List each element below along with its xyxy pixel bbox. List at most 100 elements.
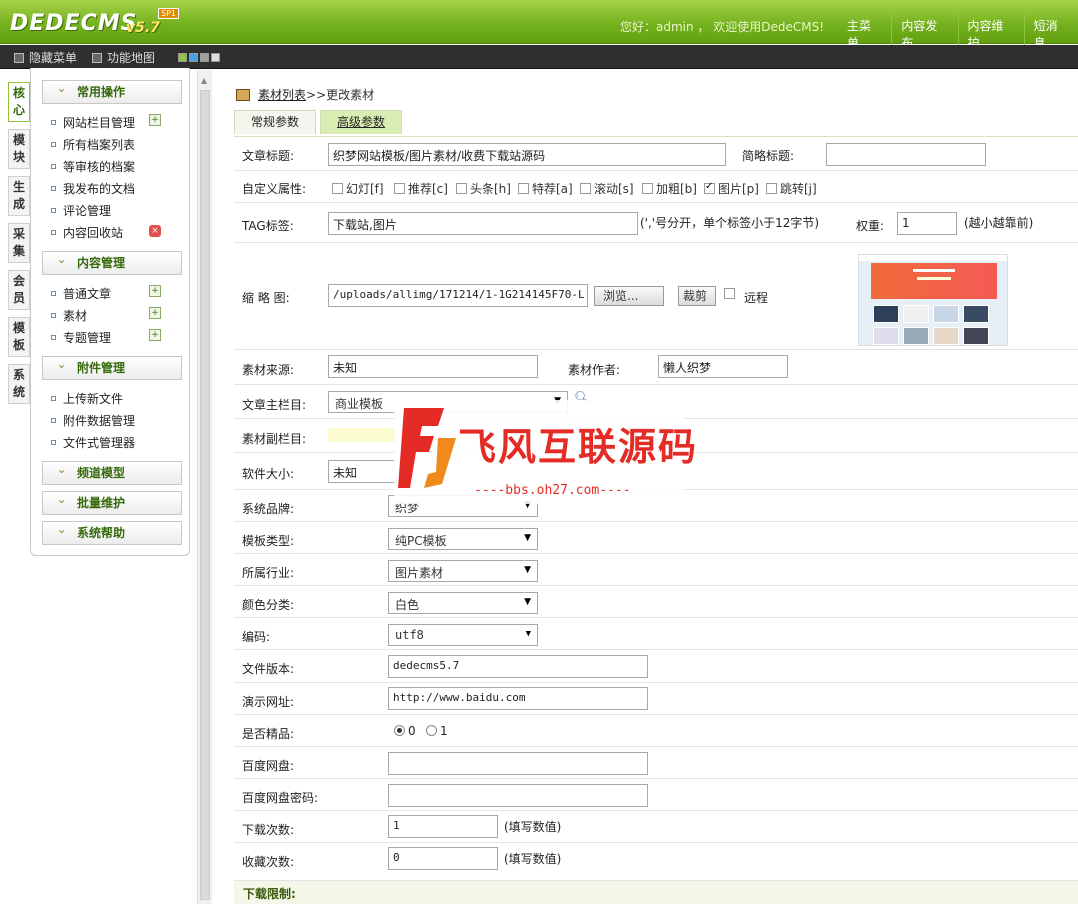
tab-advanced-params[interactable]: 高级参数 bbox=[320, 110, 403, 134]
dedecms-logo: DEDECMS bbox=[10, 11, 138, 36]
breadcrumb: 素材列表 >> 更改素材 bbox=[236, 86, 374, 103]
flag-scroll[interactable]: 滚动[s] bbox=[580, 180, 634, 197]
row-file-version: 文件版本: dedecms5.7 bbox=[234, 650, 1078, 683]
industry-label: 所属行业: bbox=[242, 566, 295, 580]
site-map-button[interactable]: 功能地图 bbox=[92, 49, 155, 66]
menu-item-attachment-data[interactable]: 附件数据管理 bbox=[51, 412, 135, 429]
menu-item-comments[interactable]: 评论管理 bbox=[51, 202, 111, 219]
menu-group-help[interactable]: 系统帮助 bbox=[42, 519, 182, 545]
scroll-thumb[interactable] bbox=[200, 90, 210, 900]
flag-slide[interactable]: 幻灯[f] bbox=[332, 180, 384, 197]
menu-item-material[interactable]: 素材 bbox=[51, 307, 87, 324]
tab-basic-params[interactable]: 常规参数 bbox=[234, 110, 317, 134]
demo-url-input[interactable]: http://www.baidu.com bbox=[388, 687, 648, 710]
menu-group-common[interactable]: 常用操作 bbox=[42, 78, 182, 104]
menu-group-channel-model[interactable]: 频道模型 bbox=[42, 459, 182, 485]
short-title-input[interactable] bbox=[826, 143, 986, 166]
thumb-path-input[interactable]: /uploads/allimg/171214/1-1G214145F70-L.j… bbox=[328, 284, 588, 307]
checkbox-icon bbox=[766, 183, 777, 194]
weight-hint: (越小越靠前) bbox=[964, 216, 1034, 230]
skin-light-icon[interactable] bbox=[211, 53, 220, 62]
encoding-select[interactable]: utf8 bbox=[388, 624, 538, 646]
menu-item-file-manager[interactable]: 文件式管理器 bbox=[51, 434, 135, 451]
menu-item-all-docs[interactable]: 所有档案列表 bbox=[51, 136, 135, 153]
title-input[interactable]: 织梦网站模板/图片素材/收费下载站源码 bbox=[328, 143, 726, 166]
hide-menu-icon bbox=[14, 52, 24, 63]
menu-item-topics[interactable]: 专题管理 bbox=[51, 329, 111, 346]
watermark-logo bbox=[398, 408, 456, 488]
checkbox-icon bbox=[456, 183, 467, 194]
color-select[interactable]: 白色 bbox=[388, 592, 538, 614]
remote-checkbox[interactable] bbox=[724, 287, 738, 301]
row-baidu-pan-password: 百度网盘密码: bbox=[234, 779, 1078, 811]
baidu-pan-input[interactable] bbox=[388, 752, 648, 775]
thumb-hero-sub bbox=[917, 277, 951, 280]
flags-label: 自定义属性: bbox=[242, 182, 307, 196]
side-tab-modules[interactable]: 模块 bbox=[8, 129, 30, 169]
breadcrumb-separator: >> bbox=[306, 87, 327, 102]
favorites-input[interactable]: 0 bbox=[388, 847, 498, 870]
hide-menu-button[interactable]: 隐藏菜单 bbox=[14, 49, 77, 66]
main-column-label: 文章主栏目: bbox=[242, 398, 307, 412]
menu-item-columns[interactable]: 网站栏目管理 bbox=[51, 114, 135, 131]
flag-headline[interactable]: 头条[h] bbox=[456, 180, 511, 197]
flag-jump[interactable]: 跳转[j] bbox=[766, 180, 817, 197]
thumb-hero-text bbox=[913, 269, 955, 272]
best-option-0[interactable]: 0 bbox=[394, 724, 416, 738]
file-version-label: 文件版本: bbox=[242, 662, 295, 676]
tag-input[interactable]: 下载站,图片 bbox=[328, 212, 638, 235]
row-tags: TAG标签: 下载站,图片 (','号分开，单个标签小于12字节) 权重: 1 … bbox=[234, 203, 1078, 243]
source-input[interactable]: 未知 bbox=[328, 355, 538, 378]
author-input[interactable]: 懒人织梦 bbox=[658, 355, 788, 378]
add-article-icon[interactable]: + bbox=[149, 285, 161, 297]
menu-scrollbar[interactable]: ▲ bbox=[197, 70, 212, 904]
crop-button[interactable]: 裁剪 bbox=[678, 286, 716, 306]
skin-gray-icon[interactable] bbox=[200, 53, 209, 62]
downloads-input[interactable]: 1 bbox=[388, 815, 498, 838]
encoding-label: 编码: bbox=[242, 630, 271, 644]
add-material-icon[interactable]: + bbox=[149, 307, 161, 319]
brand-label: 系统品牌: bbox=[242, 502, 295, 516]
menu-item-article[interactable]: 普通文章 bbox=[51, 285, 111, 302]
sub-column-picker[interactable] bbox=[328, 428, 398, 442]
side-tab-core[interactable]: 核心 bbox=[8, 82, 30, 122]
industry-select[interactable]: 图片素材 bbox=[388, 560, 538, 582]
thumb-card bbox=[903, 305, 929, 323]
side-tab-generate[interactable]: 生成 bbox=[8, 176, 30, 216]
template-type-select[interactable]: 纯PC模板 bbox=[388, 528, 538, 550]
menu-item-upload[interactable]: 上传新文件 bbox=[51, 390, 123, 407]
menu-group-batch[interactable]: 批量维护 bbox=[42, 489, 182, 515]
checkbox-icon bbox=[724, 288, 735, 299]
menu-group-attachments[interactable]: 附件管理 bbox=[42, 354, 182, 380]
best-option-1[interactable]: 1 bbox=[426, 724, 448, 738]
add-topic-icon[interactable]: + bbox=[149, 329, 161, 341]
recycle-bin-icon[interactable]: × bbox=[149, 225, 161, 237]
flag-special[interactable]: 特荐[a] bbox=[518, 180, 573, 197]
browse-button[interactable]: 浏览... bbox=[594, 286, 664, 306]
skin-green-icon[interactable] bbox=[178, 53, 187, 62]
breadcrumb-material-list-link[interactable]: 素材列表 bbox=[258, 86, 306, 103]
file-version-input[interactable]: dedecms5.7 bbox=[388, 655, 648, 678]
flag-image[interactable]: 图片[p] bbox=[704, 180, 759, 197]
side-tab-members[interactable]: 会员 bbox=[8, 270, 30, 310]
menu-group-content[interactable]: 内容管理 bbox=[42, 249, 182, 275]
bullet-icon bbox=[51, 142, 56, 147]
add-column-icon[interactable]: + bbox=[149, 114, 161, 126]
flag-bold[interactable]: 加粗[b] bbox=[642, 180, 697, 197]
baidu-pan-password-input[interactable] bbox=[388, 784, 648, 807]
side-tab-system[interactable]: 系统 bbox=[8, 364, 30, 404]
flag-label: 加粗[b] bbox=[656, 182, 697, 196]
menu-item-recycle[interactable]: 内容回收站 bbox=[51, 224, 123, 241]
side-tab-collect[interactable]: 采集 bbox=[8, 223, 30, 263]
menu-item-pending[interactable]: 等审核的档案 bbox=[51, 158, 135, 175]
side-tabs: 核心 模块 生成 采集 会员 模板 系统 bbox=[8, 82, 30, 411]
scroll-up-icon[interactable]: ▲ bbox=[201, 76, 207, 85]
row-best: 是否精品: 0 1 bbox=[234, 715, 1078, 747]
menu-item-my-docs[interactable]: 我发布的文档 bbox=[51, 180, 135, 197]
weight-input[interactable]: 1 bbox=[897, 212, 957, 235]
side-tab-templates[interactable]: 模板 bbox=[8, 317, 30, 357]
menu-item-label: 内容回收站 bbox=[63, 226, 124, 240]
checkbox-icon bbox=[518, 183, 529, 194]
skin-blue-icon[interactable] bbox=[189, 53, 198, 62]
flag-recommend[interactable]: 推荐[c] bbox=[394, 180, 448, 197]
